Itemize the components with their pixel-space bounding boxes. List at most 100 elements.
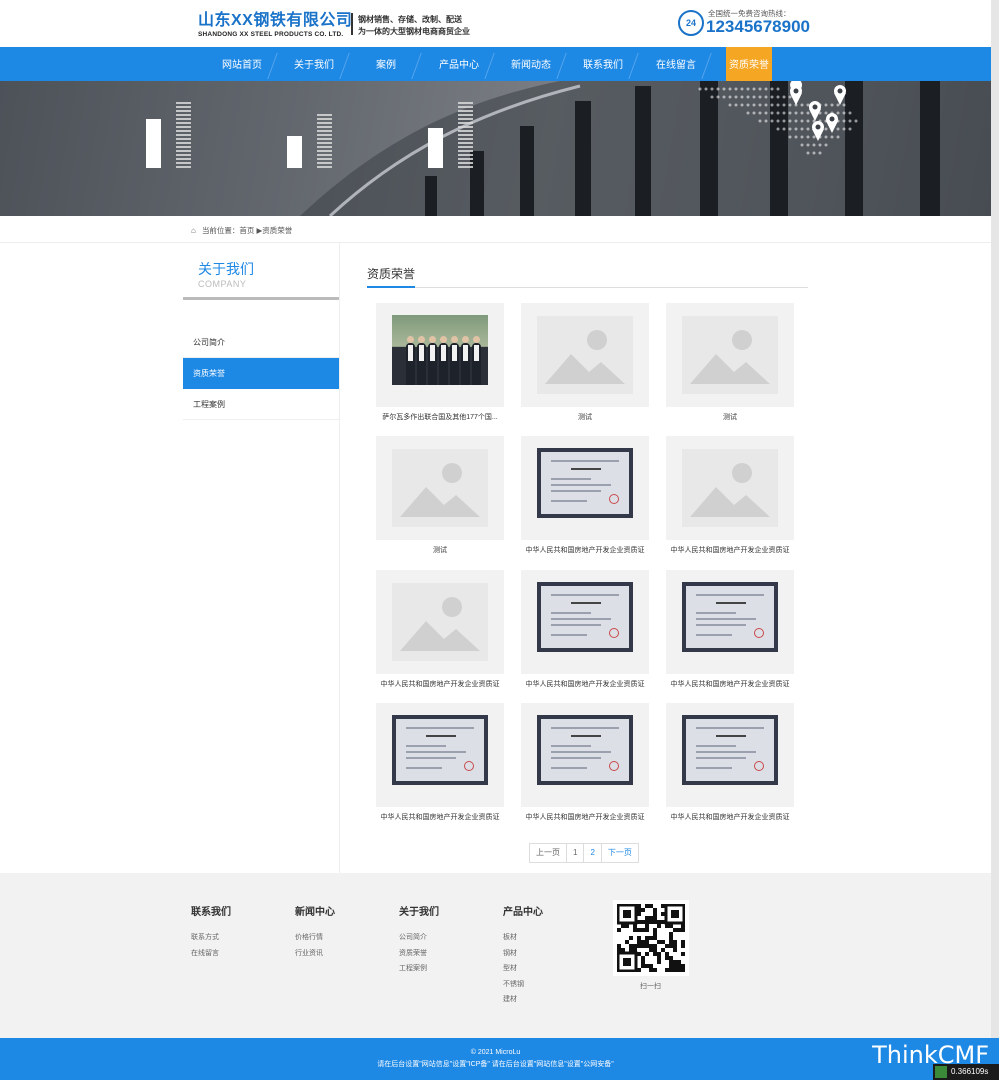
image-placeholder-icon[interactable] — [666, 303, 794, 407]
honor-card[interactable]: 中华人民共和国房地产开发企业资质证 — [521, 436, 649, 555]
footer-link[interactable]: 工程案例 — [399, 961, 439, 977]
honor-card[interactable]: 中华人民共和国房地产开发企业资质证 — [666, 436, 794, 555]
honor-card[interactable]: 中华人民共和国房地产开发企业资质证 — [376, 570, 504, 689]
footer-col-news: 新闻中心 价格行情 行业资讯 — [295, 903, 335, 961]
sidebar-divider — [183, 297, 339, 300]
slogan-line-1: 钢材销售、存储、改制、配送 — [358, 15, 462, 24]
prev-page-button[interactable]: 上一页 — [529, 843, 567, 863]
main-nav: 网站首页 关于我们 案例 产品中心 新闻动态 联系我们 在线留言 资质荣誉 — [0, 47, 991, 84]
page-2-button[interactable]: 2 — [583, 843, 602, 863]
footer-col-contact: 联系我们 联系方式 在线留言 — [191, 903, 231, 961]
footer-col-products: 产品中心 板材 钢材 型材 不锈钢 建材 — [503, 903, 543, 1008]
footer-link[interactable]: 型材 — [503, 961, 543, 977]
honor-card[interactable]: 中华人民共和国房地产开发企业资质证 — [376, 703, 504, 822]
pagination: 上一页 1 2 下一页 — [529, 843, 639, 863]
footer-link[interactable]: 建材 — [503, 992, 543, 1008]
honor-card[interactable]: 中华人民共和国房地产开发企业资质证 — [521, 570, 649, 689]
icp-text: 请在后台设置"网站信息"设置"ICP备" 请在后台设置"网站信息"设置"公网安备… — [377, 1061, 614, 1068]
honor-caption[interactable]: 中华人民共和国房地产开发企业资质证 — [666, 545, 794, 555]
footer-heading: 联系我们 — [191, 907, 231, 918]
honor-caption[interactable]: 中华人民共和国房地产开发企业资质证 — [666, 812, 794, 822]
footer-link[interactable]: 联系方式 — [191, 930, 231, 946]
banner-bar-dotted — [458, 102, 473, 168]
footer-heading: 产品中心 — [503, 907, 543, 918]
hotline-number: 12345678900 — [706, 17, 811, 36]
render-timer: 0.366109s — [933, 1064, 999, 1080]
footer-link[interactable]: 资质荣誉 — [399, 946, 439, 962]
sidebar-title: 关于我们 — [198, 261, 254, 277]
page-1-button[interactable]: 1 — [566, 843, 585, 863]
image-placeholder-icon[interactable] — [521, 303, 649, 407]
footer-link[interactable]: 板材 — [503, 930, 543, 946]
footer-link[interactable]: 价格行情 — [295, 930, 335, 946]
timer-value: 0.366109s — [951, 1067, 989, 1076]
honor-caption[interactable]: 中华人民共和国房地产开发企业资质证 — [521, 545, 649, 555]
honor-caption[interactable]: 萨尔瓦多作出联合国及其他177个国... — [376, 412, 504, 422]
honor-card[interactable]: 测试 — [376, 436, 504, 555]
sidebar-item-company-profile[interactable]: 公司简介 — [183, 327, 339, 358]
nav-item-products[interactable]: 产品中心 — [429, 47, 489, 84]
nav-item-message[interactable]: 在线留言 — [646, 47, 706, 84]
footer-link[interactable]: 钢材 — [503, 946, 543, 962]
site-footer: 联系我们 联系方式 在线留言 新闻中心 价格行情 行业资讯 关于我们 公司简介 … — [0, 873, 991, 1038]
sidebar-item-projects[interactable]: 工程案例 — [183, 389, 339, 420]
banner-bar-white — [428, 128, 443, 168]
certificate-image[interactable] — [666, 703, 794, 807]
honor-caption[interactable]: 中华人民共和国房地产开发企业资质证 — [376, 812, 504, 822]
image-placeholder-icon[interactable] — [666, 436, 794, 540]
honor-caption[interactable]: 中华人民共和国房地产开发企业资质证 — [376, 679, 504, 689]
honor-caption[interactable]: 中华人民共和国房地产开发企业资质证 — [521, 679, 649, 689]
footer-link[interactable]: 公司简介 — [399, 930, 439, 946]
phone-24h-icon: 24 — [678, 10, 704, 36]
honor-card[interactable]: 中华人民共和国房地产开发企业资质证 — [666, 703, 794, 822]
home-icon: ⌂ — [191, 226, 196, 235]
certificate-image[interactable] — [666, 570, 794, 674]
title-underline-accent — [367, 286, 415, 288]
banner-bar-white — [146, 119, 161, 168]
sidebar-item-honors[interactable]: 资质荣誉 — [183, 358, 339, 389]
footer-link[interactable]: 不锈钢 — [503, 977, 543, 993]
logo[interactable]: 山东XX钢铁有限公司 SHANDONG XX STEEL PRODUCTS CO… — [198, 12, 352, 39]
honor-caption[interactable]: 测试 — [666, 412, 794, 422]
nav-item-honors[interactable]: 资质荣誉 — [726, 47, 772, 84]
certificate-image[interactable] — [376, 703, 504, 807]
nav-item-cases[interactable]: 案例 — [356, 47, 416, 84]
scrollbar[interactable] — [991, 0, 999, 1040]
slogan-line-2: 为一体的大型钢材电商商贸企业 — [358, 27, 470, 36]
honor-card[interactable]: 中华人民共和国房地产开发企业资质证 — [521, 703, 649, 822]
certificate-image[interactable] — [521, 436, 649, 540]
footer-link[interactable]: 在线留言 — [191, 946, 231, 962]
honor-card[interactable]: 测试 — [521, 303, 649, 422]
nav-item-about[interactable]: 关于我们 — [284, 47, 344, 84]
image-placeholder-icon[interactable] — [376, 570, 504, 674]
breadcrumb-divider — [0, 242, 991, 243]
image-placeholder-icon[interactable] — [376, 436, 504, 540]
honor-card[interactable]: 萨尔瓦多作出联合国及其他177个国... — [376, 303, 504, 422]
certificate-image[interactable] — [521, 703, 649, 807]
nav-item-contact[interactable]: 联系我们 — [573, 47, 633, 84]
certificate-image[interactable] — [521, 570, 649, 674]
qr-label: 扫一扫 — [640, 983, 661, 990]
breadcrumb: ⌂ 当前位置：首页 ▶资质荣誉 — [191, 225, 292, 236]
site-header: 山东XX钢铁有限公司 SHANDONG XX STEEL PRODUCTS CO… — [0, 0, 991, 47]
team-photo-image[interactable] — [376, 303, 504, 407]
honor-caption[interactable]: 测试 — [521, 412, 649, 422]
qr-code — [613, 900, 689, 976]
honor-card[interactable]: 测试 — [666, 303, 794, 422]
honor-caption[interactable]: 中华人民共和国房地产开发企业资质证 — [521, 812, 649, 822]
banner-bar-dotted — [176, 102, 191, 168]
honor-caption[interactable]: 中华人民共和国房地产开发企业资质证 — [666, 679, 794, 689]
logo-english-name: SHANDONG XX STEEL PRODUCTS CO. LTD. — [198, 31, 344, 38]
honor-caption[interactable]: 测试 — [376, 545, 504, 555]
nav-item-home[interactable]: 网站首页 — [212, 47, 272, 84]
slogan: 钢材销售、存储、改制、配送 为一体的大型钢材电商商贸企业 — [358, 14, 470, 38]
hero-banner — [0, 81, 991, 216]
honor-card[interactable]: 中华人民共和国房地产开发企业资质证 — [666, 570, 794, 689]
nav-item-news[interactable]: 新闻动态 — [501, 47, 561, 84]
breadcrumb-text[interactable]: 当前位置：首页 ▶资质荣誉 — [202, 226, 292, 235]
next-page-button[interactable]: 下一页 — [600, 843, 639, 863]
footer-heading: 关于我们 — [399, 907, 439, 918]
copyright-bar: © 2021 MicroLu 请在后台设置"网站信息"设置"ICP备" 请在后台… — [0, 1038, 999, 1080]
footer-link[interactable]: 行业资讯 — [295, 946, 335, 962]
logo-divider — [351, 13, 353, 35]
